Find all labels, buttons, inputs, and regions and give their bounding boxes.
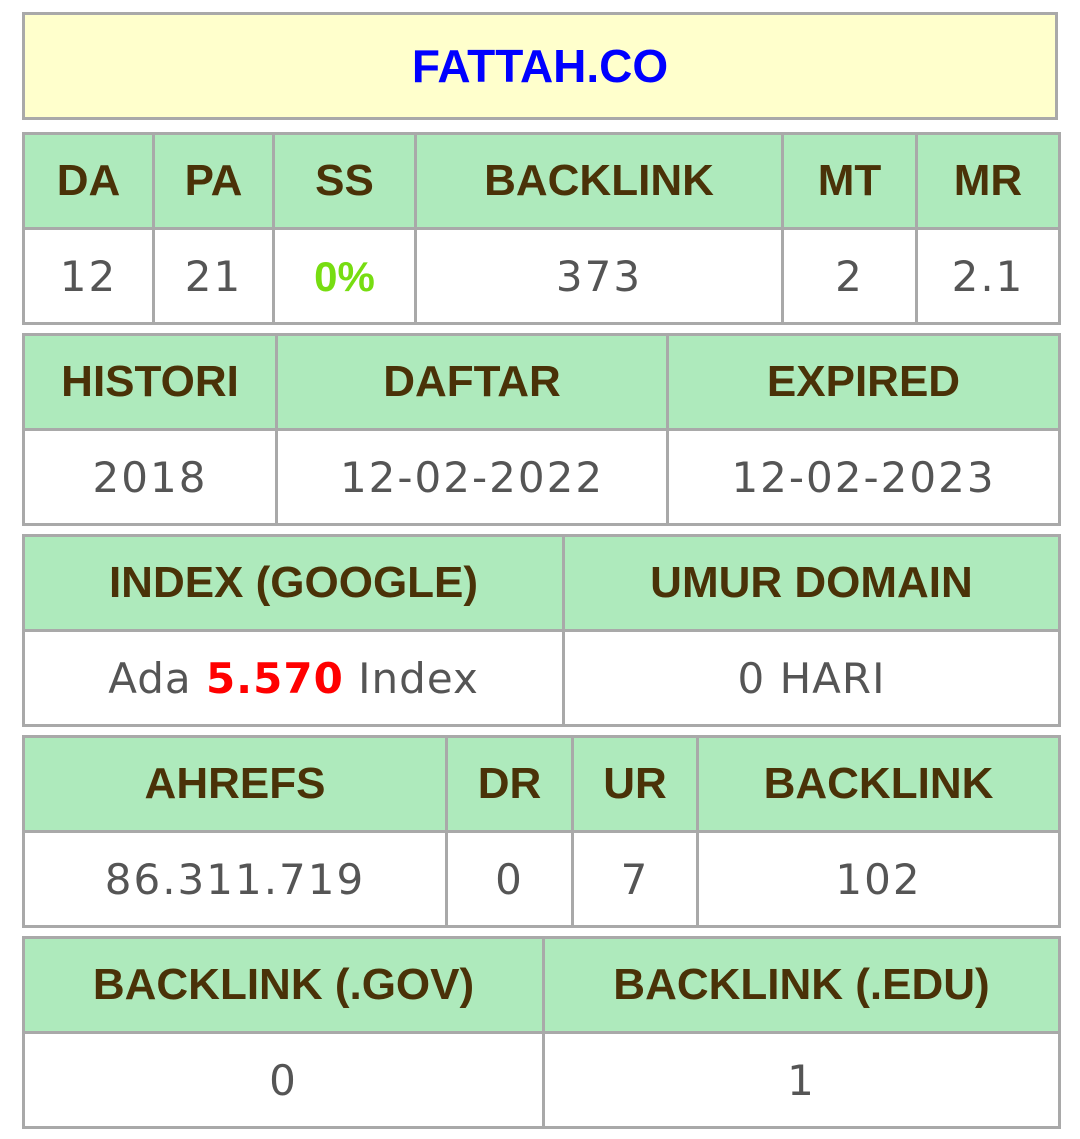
header-ahrefs: AHREFS <box>22 735 448 833</box>
header-mr: MR <box>915 132 1061 230</box>
spam-score: 0% <box>314 252 375 300</box>
value-mt: 2 <box>781 227 918 325</box>
domain-title: FATTAH.CO <box>411 40 669 92</box>
table-row: 86.311.719 0 7 102 <box>22 830 1061 928</box>
table-header-row: HISTORI DAFTAR EXPIRED <box>22 333 1061 431</box>
value-ahrefs: 86.311.719 <box>22 830 448 928</box>
value-umur-domain: 0 HARI <box>562 629 1061 727</box>
value-backlink: 373 <box>414 227 784 325</box>
header-backlink-gov: BACKLINK (.GOV) <box>22 936 545 1034</box>
table-row: 2018 12-02-2022 12-02-2023 <box>22 428 1061 526</box>
header-histori: HISTORI <box>22 333 278 431</box>
header-umur-domain: UMUR DOMAIN <box>562 534 1061 632</box>
value-da: 12 <box>22 227 155 325</box>
index-count: 5.570 <box>205 653 344 703</box>
header-ur: UR <box>571 735 699 833</box>
header-expired: EXPIRED <box>666 333 1061 431</box>
value-pa: 21 <box>152 227 275 325</box>
value-index-google: Ada 5.570 Index <box>22 629 565 727</box>
header-daftar: DAFTAR <box>275 333 669 431</box>
table-row: 12 21 0% 373 2 2.1 <box>22 227 1061 325</box>
header-da: DA <box>22 132 155 230</box>
ahrefs-table: AHREFS DR UR BACKLINK 86.311.719 0 7 102 <box>22 735 1061 928</box>
header-dr: DR <box>445 735 574 833</box>
header-mt: MT <box>781 132 918 230</box>
moz-metrics-table: DA PA SS BACKLINK MT MR 12 21 0% 373 2 2… <box>22 132 1061 325</box>
value-ur: 7 <box>571 830 699 928</box>
value-dr: 0 <box>445 830 574 928</box>
value-expired: 12-02-2023 <box>666 428 1061 526</box>
header-backlink: BACKLINK <box>414 132 784 230</box>
value-daftar: 12-02-2022 <box>275 428 669 526</box>
table-row: Ada 5.570 Index 0 HARI <box>22 629 1061 727</box>
index-prefix: Ada <box>108 653 192 703</box>
history-table: HISTORI DAFTAR EXPIRED 2018 12-02-2022 1… <box>22 333 1061 526</box>
table-header-row: DA PA SS BACKLINK MT MR <box>22 132 1061 230</box>
table-row: 0 1 <box>22 1031 1061 1129</box>
header-pa: PA <box>152 132 275 230</box>
edu-gov-table: BACKLINK (.GOV) BACKLINK (.EDU) 0 1 <box>22 936 1061 1129</box>
table-header-row: AHREFS DR UR BACKLINK <box>22 735 1061 833</box>
table-header-row: BACKLINK (.GOV) BACKLINK (.EDU) <box>22 936 1061 1034</box>
value-backlink-edu: 1 <box>542 1031 1061 1129</box>
value-ss: 0% <box>272 227 417 325</box>
index-suffix: Index <box>358 653 479 703</box>
value-mr: 2.1 <box>915 227 1061 325</box>
value-ahrefs-backlink: 102 <box>696 830 1061 928</box>
domain-title-box: FATTAH.CO <box>22 12 1058 120</box>
index-table: INDEX (GOOGLE) UMUR DOMAIN Ada 5.570 Ind… <box>22 534 1061 727</box>
value-histori: 2018 <box>22 428 278 526</box>
header-index-google: INDEX (GOOGLE) <box>22 534 565 632</box>
header-ss: SS <box>272 132 417 230</box>
header-ahrefs-backlink: BACKLINK <box>696 735 1061 833</box>
header-backlink-edu: BACKLINK (.EDU) <box>542 936 1061 1034</box>
value-backlink-gov: 0 <box>22 1031 545 1129</box>
table-header-row: INDEX (GOOGLE) UMUR DOMAIN <box>22 534 1061 632</box>
